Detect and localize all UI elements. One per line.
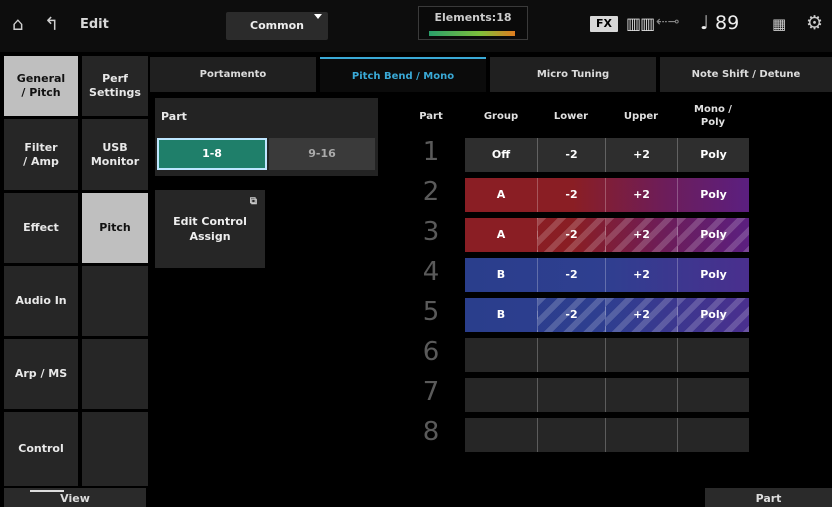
row-number-3: 3 [422,217,440,247]
group-cell [465,338,537,372]
mono-poly-cell [677,378,749,412]
upper-cell [605,418,677,452]
group-cell[interactable]: B [465,258,537,292]
row-number-2: 2 [422,177,440,207]
tab-effect[interactable]: Effect [4,193,78,263]
lower-cell[interactable]: -2 [537,298,605,332]
group-cell[interactable]: Off [465,138,537,172]
tab-empty-3 [82,412,148,486]
home-icon[interactable]: ⌂ [12,14,23,35]
mono-poly-cell[interactable]: Poly [677,258,749,292]
lower-cell[interactable]: -2 [537,258,605,292]
elements-bar [429,31,515,36]
lower-cell [537,338,605,372]
tab-usb-monitor[interactable]: USB Monitor [82,119,148,190]
upper-cell[interactable]: +2 [605,258,677,292]
target-selector-label: Common [250,19,304,32]
popup-window-icon: ⧉ [249,196,257,207]
tab-control[interactable]: Control [4,412,78,486]
lower-cell [537,418,605,452]
group-cell [465,418,537,452]
upper-cell[interactable]: +2 [605,298,677,332]
edit-control-assign-button[interactable]: ⧉ Edit Control Assign [155,190,265,268]
table-row: A -2 +2 Poly [465,178,749,212]
tab-perf-settings[interactable]: Perf Settings [82,56,148,116]
upper-cell[interactable]: +2 [605,218,677,252]
elements-count: Elements:18 [434,11,512,24]
mono-poly-cell [677,418,749,452]
subtab-note-shift-detune[interactable]: Note Shift / Detune [660,57,832,92]
header-part: Part [419,111,443,122]
part-button-label: Part [755,492,782,505]
header-mono-poly: Mono / Poly [694,104,732,128]
upper-cell [605,338,677,372]
tab-empty-2 [82,339,148,409]
view-button-label: View [60,492,90,505]
row-number-8: 8 [422,417,440,447]
sub-tab-bar: Portamento Pitch Bend / Mono Micro Tunin… [150,57,832,92]
mono-poly-cell [677,338,749,372]
subtab-micro-tuning[interactable]: Micro Tuning [490,57,656,92]
view-button[interactable]: View [4,488,146,507]
keyboard-icon[interactable]: ▥▥ [626,14,655,33]
lower-cell[interactable]: -2 [537,138,605,172]
row-number-1: 1 [422,137,440,167]
header-group: Group [483,111,519,122]
header-lower: Lower [553,111,589,122]
mono-poly-cell[interactable]: Poly [677,138,749,172]
mono-poly-cell[interactable]: Poly [677,178,749,212]
lower-cell[interactable]: -2 [537,178,605,212]
lower-cell [537,378,605,412]
part-9-16-button[interactable]: 9-16 [269,138,375,170]
usb-icon: ⇠⊸ [656,14,680,30]
edit-control-assign-label: Edit Control Assign [173,215,247,243]
table-row: A -2 +2 Poly [465,218,749,252]
table-row: B -2 +2 Poly [465,258,749,292]
group-cell[interactable]: A [465,178,537,212]
part-button[interactable]: Part [705,488,832,507]
row-number-5: 5 [422,297,440,327]
part-range-label: Part [161,110,187,123]
tempo-display[interactable]: ♩ 89 [700,12,739,34]
row-number-7: 7 [422,377,440,407]
group-cell [465,378,537,412]
view-indicator-line [30,490,64,492]
upper-cell[interactable]: +2 [605,138,677,172]
tab-audio-in[interactable]: Audio In [4,266,78,336]
upper-cell [605,378,677,412]
mono-poly-cell[interactable]: Poly [677,218,749,252]
mono-poly-cell[interactable]: Poly [677,298,749,332]
table-row [465,418,749,452]
upper-cell[interactable]: +2 [605,178,677,212]
row-number-6: 6 [422,337,440,367]
grid-icon[interactable]: ▦ [772,15,786,33]
lower-cell[interactable]: -2 [537,218,605,252]
table-row [465,338,749,372]
subtab-pitch-bend-mono[interactable]: Pitch Bend / Mono [320,57,486,92]
back-arrow-icon[interactable]: ↰ [44,14,59,35]
header-upper: Upper [623,111,659,122]
part-1-8-button[interactable]: 1-8 [157,138,267,170]
row-number-4: 4 [422,257,440,287]
fx-indicator[interactable]: FX [590,16,618,32]
table-row: B -2 +2 Poly [465,298,749,332]
table-row [465,378,749,412]
tab-general-pitch[interactable]: General / Pitch [4,56,78,116]
subtab-portamento[interactable]: Portamento [150,57,316,92]
elements-meter: Elements:18 [418,6,528,40]
table-row: Off -2 +2 Poly [465,138,749,172]
tab-pitch[interactable]: Pitch [82,193,148,263]
tab-empty-1 [82,266,148,336]
dropdown-arrow-icon [314,14,322,19]
top-bar: ⌂ ↰ Edit Common Elements:18 FX ▥▥ ⇠⊸ ♩ 8… [0,0,832,52]
gear-icon[interactable]: ⚙ [806,12,823,34]
tab-filter-amp[interactable]: Filter / Amp [4,119,78,190]
part-range-panel: Part 1-8 9-16 [155,98,378,176]
tab-arp-ms[interactable]: Arp / MS [4,339,78,409]
mode-label: Edit [80,17,109,32]
group-cell[interactable]: A [465,218,537,252]
target-selector[interactable]: Common [226,12,328,40]
group-cell[interactable]: B [465,298,537,332]
